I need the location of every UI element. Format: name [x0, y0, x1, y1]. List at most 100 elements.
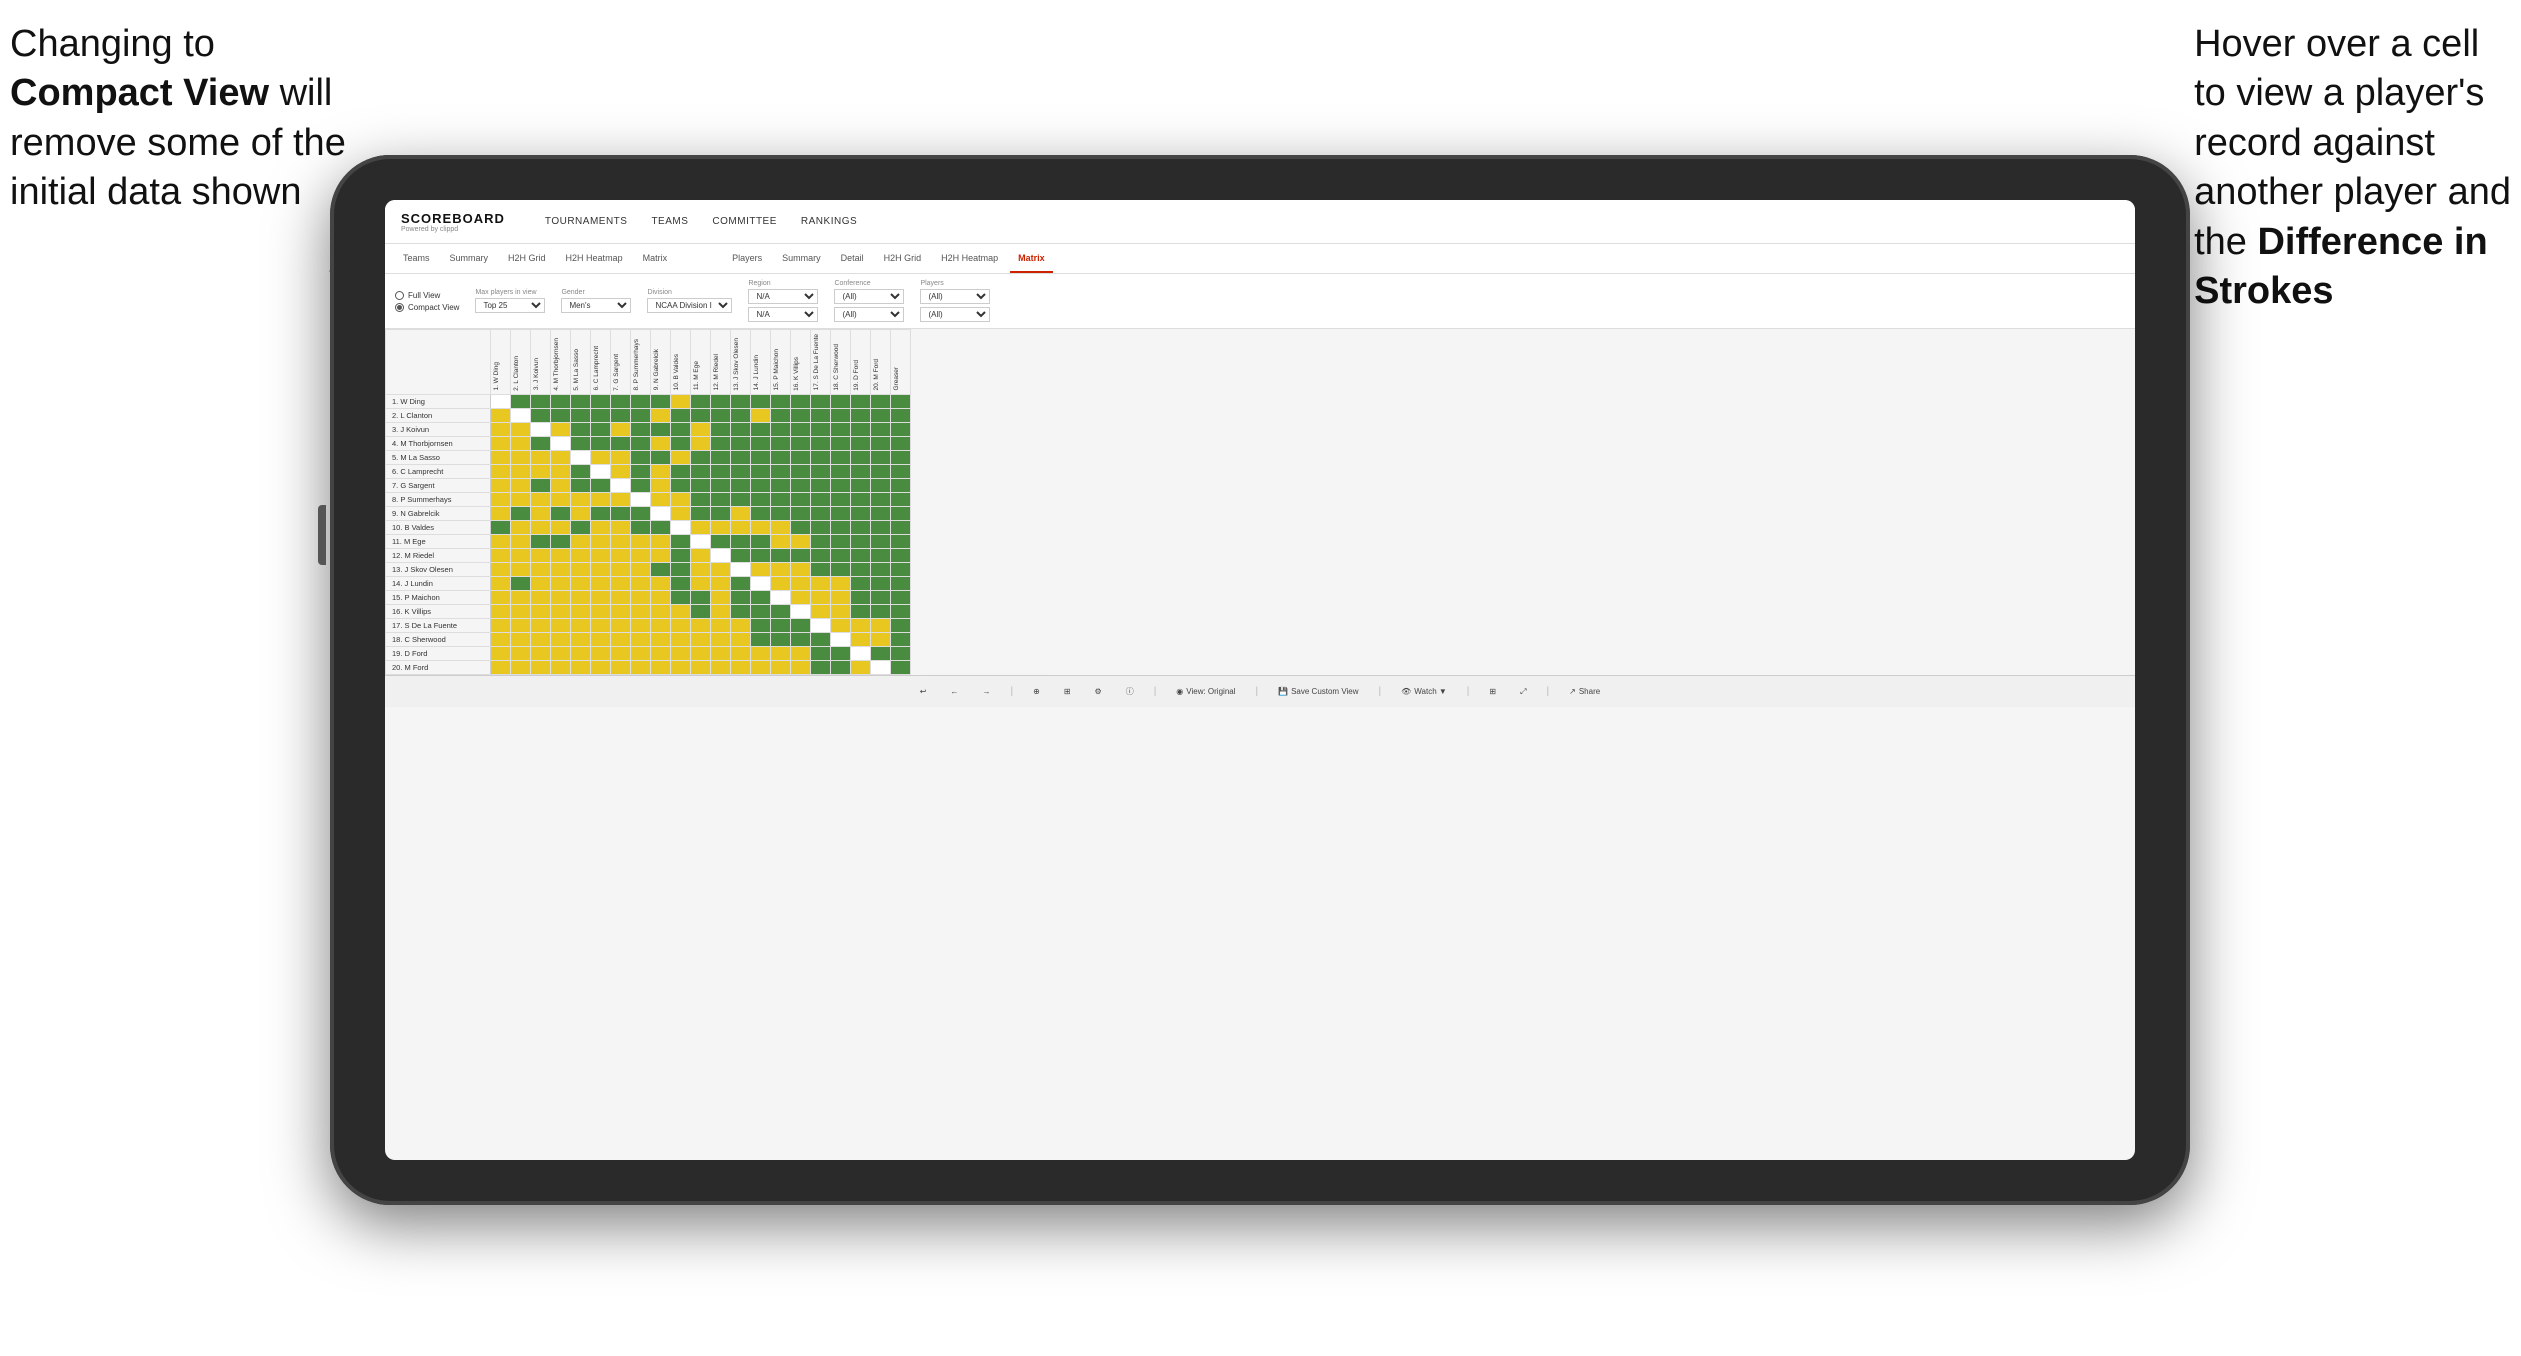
matrix-cell[interactable] [591, 661, 611, 675]
zoom-button[interactable]: ⊕ [1029, 685, 1044, 698]
matrix-cell[interactable] [611, 507, 631, 521]
matrix-cell[interactable] [771, 619, 791, 633]
matrix-cell[interactable] [811, 479, 831, 493]
matrix-cell[interactable] [871, 507, 891, 521]
matrix-cell[interactable] [571, 619, 591, 633]
matrix-cell[interactable] [511, 591, 531, 605]
matrix-cell[interactable] [491, 619, 511, 633]
matrix-cell[interactable] [871, 423, 891, 437]
matrix-cell[interactable] [891, 619, 911, 633]
matrix-cell[interactable] [611, 549, 631, 563]
matrix-cell[interactable] [711, 549, 731, 563]
matrix-cell[interactable] [871, 451, 891, 465]
players-select-2[interactable]: (All) [920, 307, 990, 322]
matrix-cell[interactable] [811, 577, 831, 591]
tab-h2h-heatmap[interactable]: H2H Heatmap [558, 244, 631, 273]
matrix-cell[interactable] [491, 577, 511, 591]
matrix-cell[interactable] [691, 465, 711, 479]
matrix-cell[interactable] [871, 549, 891, 563]
matrix-cell[interactable] [851, 577, 871, 591]
matrix-cell[interactable] [771, 605, 791, 619]
matrix-cell[interactable] [891, 605, 911, 619]
matrix-cell[interactable] [851, 479, 871, 493]
matrix-cell[interactable] [711, 479, 731, 493]
matrix-cell[interactable] [531, 577, 551, 591]
matrix-cell[interactable] [811, 605, 831, 619]
watch-button[interactable]: 👁 Watch ▼ [1397, 685, 1451, 698]
matrix-cell[interactable] [851, 591, 871, 605]
matrix-cell[interactable] [491, 633, 511, 647]
matrix-cell[interactable] [871, 521, 891, 535]
save-custom-button[interactable]: 💾 Save Custom View [1274, 685, 1362, 698]
matrix-cell[interactable] [531, 633, 551, 647]
matrix-cell[interactable] [851, 423, 871, 437]
matrix-cell[interactable] [631, 535, 651, 549]
matrix-cell[interactable] [851, 465, 871, 479]
tab-teams[interactable]: Teams [395, 244, 438, 273]
matrix-cell[interactable] [891, 549, 911, 563]
matrix-cell[interactable] [731, 535, 751, 549]
matrix-cell[interactable] [811, 661, 831, 675]
matrix-cell[interactable] [491, 395, 511, 409]
matrix-cell[interactable] [511, 451, 531, 465]
matrix-cell[interactable] [691, 619, 711, 633]
matrix-cell[interactable] [711, 605, 731, 619]
matrix-cell[interactable] [611, 521, 631, 535]
tab-players-detail[interactable]: Detail [833, 244, 872, 273]
matrix-cell[interactable] [831, 507, 851, 521]
matrix-cell[interactable] [611, 395, 631, 409]
matrix-cell[interactable] [651, 465, 671, 479]
matrix-cell[interactable] [511, 647, 531, 661]
matrix-cell[interactable] [491, 493, 511, 507]
matrix-cell[interactable] [751, 633, 771, 647]
matrix-cell[interactable] [651, 521, 671, 535]
matrix-cell[interactable] [491, 521, 511, 535]
matrix-cell[interactable] [871, 605, 891, 619]
tab-players-h2h-grid[interactable]: H2H Grid [876, 244, 930, 273]
matrix-cell[interactable] [831, 409, 851, 423]
matrix-cell[interactable] [691, 591, 711, 605]
matrix-cell[interactable] [771, 591, 791, 605]
matrix-cell[interactable] [871, 465, 891, 479]
matrix-cell[interactable] [651, 535, 671, 549]
matrix-cell[interactable] [671, 479, 691, 493]
matrix-cell[interactable] [611, 409, 631, 423]
matrix-cell[interactable] [891, 521, 911, 535]
region-select-2[interactable]: N/A [748, 307, 818, 322]
matrix-cell[interactable] [711, 465, 731, 479]
expand-button[interactable]: ⤢ [1516, 685, 1530, 699]
matrix-cell[interactable] [571, 479, 591, 493]
matrix-cell[interactable] [611, 437, 631, 451]
matrix-cell[interactable] [711, 409, 731, 423]
matrix-cell[interactable] [731, 549, 751, 563]
matrix-cell[interactable] [631, 465, 651, 479]
matrix-cell[interactable] [551, 493, 571, 507]
redo-left[interactable]: ← [947, 685, 963, 698]
matrix-cell[interactable] [491, 507, 511, 521]
matrix-cell[interactable] [671, 591, 691, 605]
matrix-cell[interactable] [791, 619, 811, 633]
matrix-cell[interactable] [671, 633, 691, 647]
tab-players[interactable]: Players [724, 244, 770, 273]
matrix-cell[interactable] [891, 647, 911, 661]
matrix-cell[interactable] [831, 577, 851, 591]
matrix-cell[interactable] [491, 423, 511, 437]
matrix-cell[interactable] [891, 409, 911, 423]
matrix-cell[interactable] [551, 661, 571, 675]
tab-h2h-grid[interactable]: H2H Grid [500, 244, 554, 273]
matrix-cell[interactable] [551, 423, 571, 437]
matrix-cell[interactable] [811, 563, 831, 577]
matrix-cell[interactable] [811, 619, 831, 633]
matrix-cell[interactable] [811, 409, 831, 423]
matrix-cell[interactable] [531, 605, 551, 619]
matrix-cell[interactable] [671, 409, 691, 423]
matrix-cell[interactable] [831, 633, 851, 647]
tab-summary[interactable]: Summary [442, 244, 497, 273]
matrix-cell[interactable] [491, 661, 511, 675]
matrix-cell[interactable] [571, 549, 591, 563]
gender-select[interactable]: Men's [561, 298, 631, 313]
nav-teams[interactable]: TEAMS [651, 216, 688, 227]
matrix-cell[interactable] [611, 619, 631, 633]
matrix-cell[interactable] [851, 437, 871, 451]
matrix-cell[interactable] [711, 591, 731, 605]
